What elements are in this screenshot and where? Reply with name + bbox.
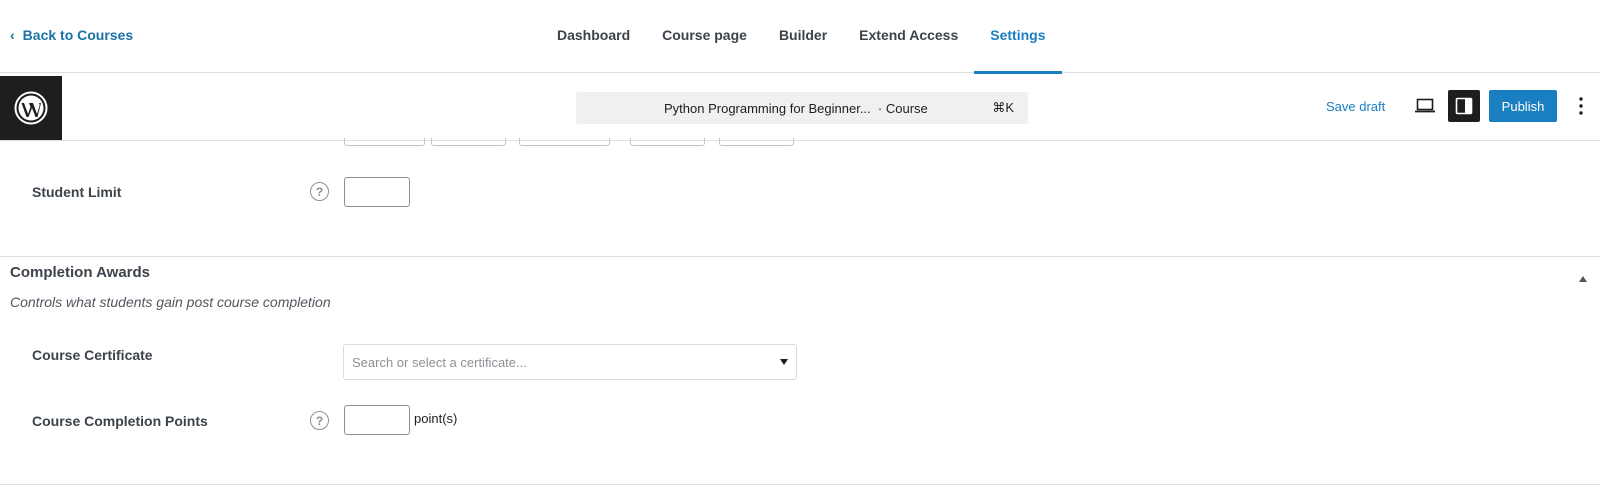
save-draft-button[interactable]: Save draft [1326,99,1385,114]
completion-awards-description: Controls what students gain post course … [10,294,331,310]
section-divider [0,484,1600,485]
student-limit-input[interactable] [344,177,410,207]
scrolled-input[interactable] [431,138,506,146]
course-completion-points-label: Course Completion Points [32,413,208,429]
points-suffix: point(s) [414,411,458,426]
help-icon[interactable]: ? [310,411,329,430]
document-title: Python Programming for Beginner... · Cou… [664,100,928,116]
preview-button[interactable] [1409,90,1441,122]
scrolled-input[interactable] [344,138,425,146]
collapse-section-button[interactable] [1578,271,1588,282]
kebab-menu-icon [1579,97,1583,115]
chevron-left-icon: ‹ [10,27,15,43]
laptop-icon [1415,98,1435,113]
sidebar-toggle-icon [1455,97,1473,115]
scrolled-input[interactable] [519,138,610,146]
completion-awards-title: Completion Awards [10,264,151,281]
help-icon[interactable]: ? [310,182,329,201]
wordpress-icon[interactable] [0,76,62,140]
tab-settings[interactable]: Settings [974,0,1062,74]
back-to-courses-label: Back to Courses [22,27,134,43]
caret-down-icon [780,359,788,365]
section-divider [0,256,1600,257]
caret-up-icon [1579,276,1587,282]
course-tabs-bar: ‹ Back to Courses Dashboard Course page … [0,0,1600,74]
student-limit-label: Student Limit [32,184,122,200]
tab-list: Dashboard Course page Builder Extend Acc… [541,0,1062,74]
editor-header: Python Programming for Beginner... · Cou… [0,74,1600,141]
completion-points-input[interactable] [344,405,410,435]
tab-extend-access[interactable]: Extend Access [843,0,974,73]
back-to-courses-link[interactable]: ‹ Back to Courses [10,27,133,43]
course-certificate-label: Course Certificate [32,347,153,363]
course-certificate-select[interactable]: Search or select a certificate... [343,344,797,380]
shortcut-hint: ⌘K [992,100,1014,115]
scrolled-input[interactable] [630,138,705,146]
publish-button[interactable]: Publish [1489,90,1557,122]
command-palette-button[interactable]: Python Programming for Beginner... · Cou… [576,92,1028,124]
settings-sidebar-toggle[interactable] [1448,90,1480,122]
tab-course-page[interactable]: Course page [646,0,763,73]
tab-dashboard[interactable]: Dashboard [541,0,646,73]
tab-builder[interactable]: Builder [763,0,843,73]
options-menu-button[interactable] [1566,90,1596,122]
certificate-placeholder: Search or select a certificate... [352,354,527,370]
scrolled-input[interactable] [719,138,794,146]
